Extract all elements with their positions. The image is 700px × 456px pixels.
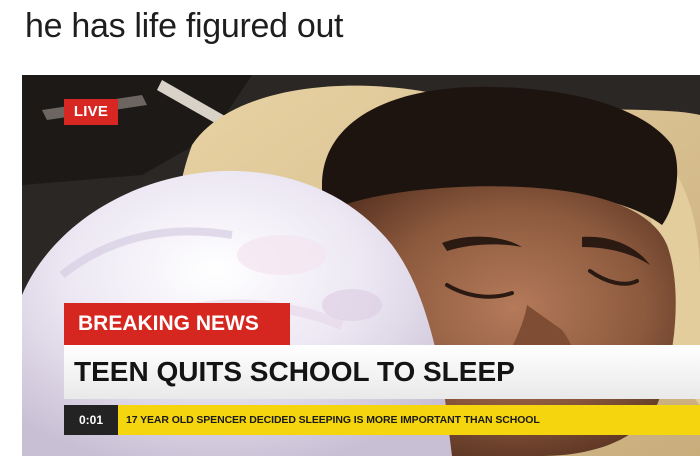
caption-text: he has life figured out (25, 7, 344, 45)
time-badge: 0:01 (64, 405, 118, 435)
breaking-news-label: BREAKING NEWS (64, 303, 290, 345)
ticker-text: 17 YEAR OLD SPENCER DECIDED SLEEPING IS … (126, 414, 540, 426)
headline-bar: TEEN QUITS SCHOOL TO SLEEP (64, 345, 700, 399)
live-badge: LIVE (64, 99, 118, 125)
meme-page: he has life figured out LIVE BREAKING NE… (0, 0, 700, 456)
